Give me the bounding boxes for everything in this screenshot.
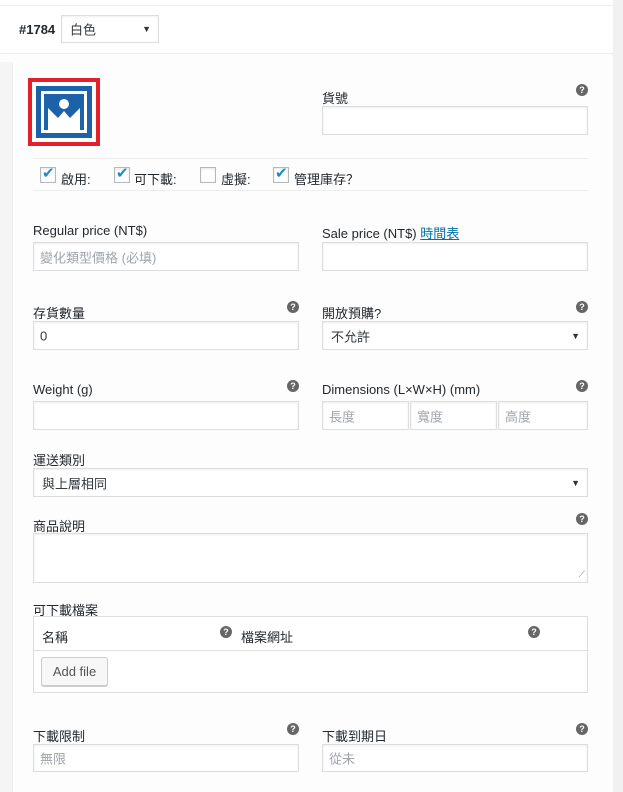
width-placeholder: 寬度: [417, 409, 444, 424]
help-icon[interactable]: ?: [287, 301, 299, 313]
regular-price-placeholder: 變化類型價格 (必填): [40, 250, 157, 265]
variation-attribute-value: 白色: [70, 22, 97, 38]
help-icon[interactable]: ?: [576, 513, 588, 525]
checkmark-icon: ✔: [42, 165, 55, 182]
chevron-down-icon: ▼: [142, 24, 151, 34]
sale-price-label: Sale price (NT$) 時間表: [322, 223, 459, 242]
download-expiry-input[interactable]: 從未: [322, 744, 588, 772]
image-frame: [41, 91, 87, 133]
variation-id: #1784: [19, 22, 56, 37]
weight-label: Weight (g): [33, 382, 93, 397]
download-limit-placeholder: 無限: [40, 751, 67, 767]
length-input[interactable]: 長度: [322, 401, 409, 430]
downloadable-checkbox[interactable]: ✔: [114, 165, 130, 183]
help-icon[interactable]: ?: [287, 723, 299, 735]
description-textarea[interactable]: ⟋: [33, 533, 588, 583]
height-input[interactable]: 高度: [498, 401, 588, 430]
stock-qty-value: 0: [40, 328, 48, 343]
download-expiry-placeholder: 從未: [329, 751, 356, 767]
downloadable-files-table: 名稱 ? 檔案網址 ? Add file: [33, 616, 588, 693]
dimensions-label: Dimensions (L×W×H) (mm): [322, 382, 481, 397]
chevron-down-icon: ▼: [571, 330, 580, 341]
width-input[interactable]: 寬度: [410, 401, 497, 430]
sku-label: 貨號: [322, 91, 349, 106]
download-limit-input[interactable]: 無限: [33, 744, 299, 772]
regular-price-input[interactable]: 變化類型價格 (必填): [33, 242, 299, 271]
sku-input[interactable]: [322, 106, 588, 135]
image-placeholder-icon: [36, 86, 92, 138]
chevron-down-icon: ▼: [571, 477, 580, 488]
height-placeholder: 高度: [505, 409, 532, 424]
virtual-label: 虛擬:: [221, 172, 251, 187]
column-header-name: 名稱: [42, 630, 69, 645]
shipping-class-value: 與上層相同: [42, 476, 108, 491]
regular-price-label: Regular price (NT$): [33, 223, 148, 238]
download-expiry-label: 下載到期日: [322, 729, 388, 744]
variation-image-upload[interactable]: [28, 78, 100, 146]
schedule-link[interactable]: 時間表: [420, 226, 459, 241]
checkmark-icon: ✔: [275, 165, 288, 182]
resize-handle-icon[interactable]: ⟋: [579, 569, 585, 580]
help-icon[interactable]: ?: [287, 380, 299, 392]
help-icon[interactable]: ?: [576, 723, 588, 735]
shipping-class-label: 運送類別: [33, 453, 86, 468]
left-edge: [0, 62, 13, 792]
enabled-label: 啟用:: [61, 172, 91, 187]
sale-price-input[interactable]: [322, 242, 588, 271]
help-icon[interactable]: ?: [576, 380, 588, 392]
weight-input[interactable]: [33, 401, 299, 430]
downloadable-files-header: 名稱 ? 檔案網址 ?: [34, 617, 587, 651]
help-icon[interactable]: ?: [576, 84, 588, 96]
sale-price-label-text: Sale price (NT$): [322, 226, 417, 241]
stock-qty-label: 存貨數量: [33, 306, 86, 321]
backorders-label: 開放預購?: [322, 306, 382, 321]
person-icon: [48, 99, 80, 130]
column-header-url: 檔案網址: [241, 630, 294, 645]
help-icon[interactable]: ?: [576, 301, 588, 313]
virtual-checkbox[interactable]: [200, 167, 216, 183]
backorders-select[interactable]: 不允許 ▼: [322, 321, 588, 350]
downloadable-label: 可下載:: [134, 172, 177, 187]
variation-options: ✔ 啟用: ✔ 可下載: 虛擬: ✔ 管理庫存？: [33, 158, 588, 191]
length-placeholder: 長度: [329, 409, 356, 424]
backorders-value: 不允許: [331, 329, 371, 344]
variation-header: #1784 白色 ▼: [0, 6, 613, 54]
variation-panel: #1784 白色 ▼ 貨號 ? ✔ 啟用: ✔ 可下載: 虛擬: ✔ 管理庫存？…: [0, 0, 613, 792]
manage-stock-checkbox[interactable]: ✔: [273, 165, 289, 183]
manage-stock-label: 管理庫存？: [294, 172, 360, 187]
add-file-button[interactable]: Add file: [41, 657, 108, 686]
help-icon[interactable]: ?: [220, 626, 232, 638]
stock-qty-input[interactable]: 0: [33, 321, 299, 350]
shipping-class-select[interactable]: 與上層相同 ▼: [33, 468, 588, 497]
help-icon[interactable]: ?: [528, 626, 540, 638]
right-gutter: [613, 0, 623, 792]
enabled-checkbox[interactable]: ✔: [40, 165, 56, 183]
variation-attribute-select[interactable]: 白色 ▼: [61, 15, 159, 43]
download-limit-label: 下載限制: [33, 729, 86, 744]
checkmark-icon: ✔: [116, 165, 129, 182]
